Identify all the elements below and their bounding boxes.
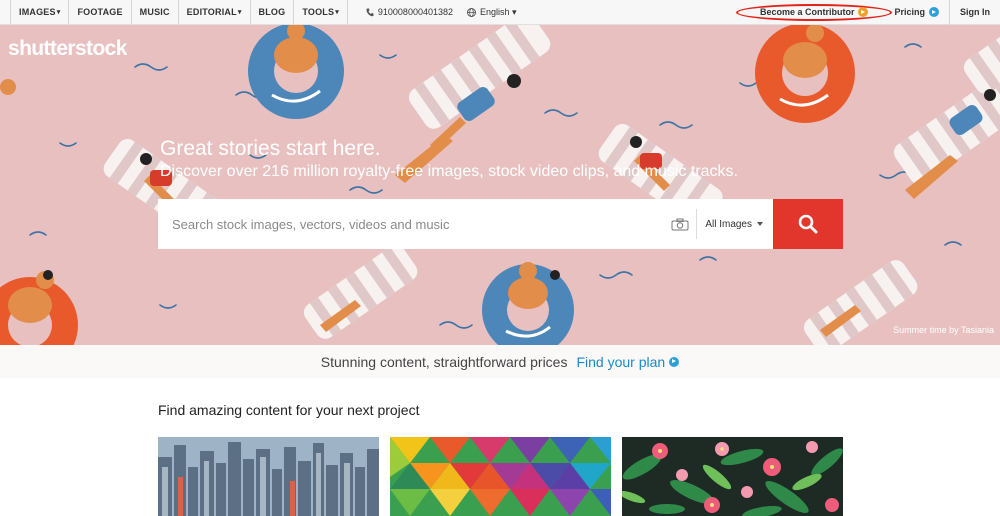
phone-icon: [366, 8, 374, 16]
beach-illustration: [0, 25, 1000, 345]
search-button[interactable]: [773, 199, 843, 249]
phone-number[interactable]: 910008000401382: [348, 0, 467, 24]
image-credit[interactable]: Summer time by Tasiania: [893, 325, 994, 335]
shutterstock-logo[interactable]: shutterstock: [8, 37, 127, 61]
tab-images[interactable]: IMAGES ▾: [10, 0, 70, 24]
become-contributor-link[interactable]: Become a Contributor: [735, 3, 893, 21]
circle-arrow-icon: [669, 356, 680, 367]
pricing-link[interactable]: Pricing: [894, 0, 950, 25]
search-input[interactable]: [158, 199, 665, 249]
tab-editorial[interactable]: EDITORIAL ▾: [179, 0, 251, 24]
top-nav: IMAGES ▾ FOOTAGE MUSIC EDITORIAL ▾ BLOG TO…: [0, 0, 1000, 25]
hero-headline: Great stories start here.: [160, 137, 381, 160]
tropical-flowers-thumbnail[interactable]: [622, 437, 843, 516]
chevron-down-icon: ▾: [237, 9, 242, 16]
tab-tools[interactable]: TOOLS ▾: [294, 0, 348, 24]
promo-text: Stunning content, straightforward prices: [320, 353, 568, 370]
sign-in-link[interactable]: Sign In: [950, 7, 1000, 17]
colorful-triangles-thumbnail[interactable]: [390, 437, 611, 516]
globe-icon: [467, 7, 476, 17]
tab-footage[interactable]: FOOTAGE: [69, 0, 132, 24]
chevron-down-icon: ▾: [56, 9, 61, 16]
chevron-down-icon: [757, 222, 763, 226]
camera-icon[interactable]: [664, 218, 696, 231]
city-skyline-thumbnail[interactable]: [158, 437, 379, 516]
tab-music[interactable]: MUSIC: [132, 0, 179, 24]
section-title: Find amazing content for your next proje…: [158, 402, 420, 418]
tab-blog[interactable]: BLOG: [251, 0, 295, 24]
nav-right: Become a Contributor Pricing Sign In: [735, 0, 1000, 25]
circle-arrow-icon: [929, 7, 939, 17]
search-bar: All Images: [158, 199, 773, 249]
hero-banner: shutterstock Great stories start here. D…: [0, 25, 1000, 345]
chevron-down-icon: ▾: [335, 9, 339, 16]
circle-arrow-icon: [858, 7, 869, 17]
image-type-select[interactable]: All Images: [697, 219, 773, 230]
hero-subheadline: Discover over 216 million royalty-free i…: [160, 163, 738, 180]
find-your-plan-link[interactable]: Find your plan: [576, 354, 680, 370]
language-select[interactable]: English ▾: [467, 0, 517, 24]
search-icon: [798, 214, 818, 234]
pricing-promo-banner: Stunning content, straightforward prices…: [0, 345, 1000, 378]
